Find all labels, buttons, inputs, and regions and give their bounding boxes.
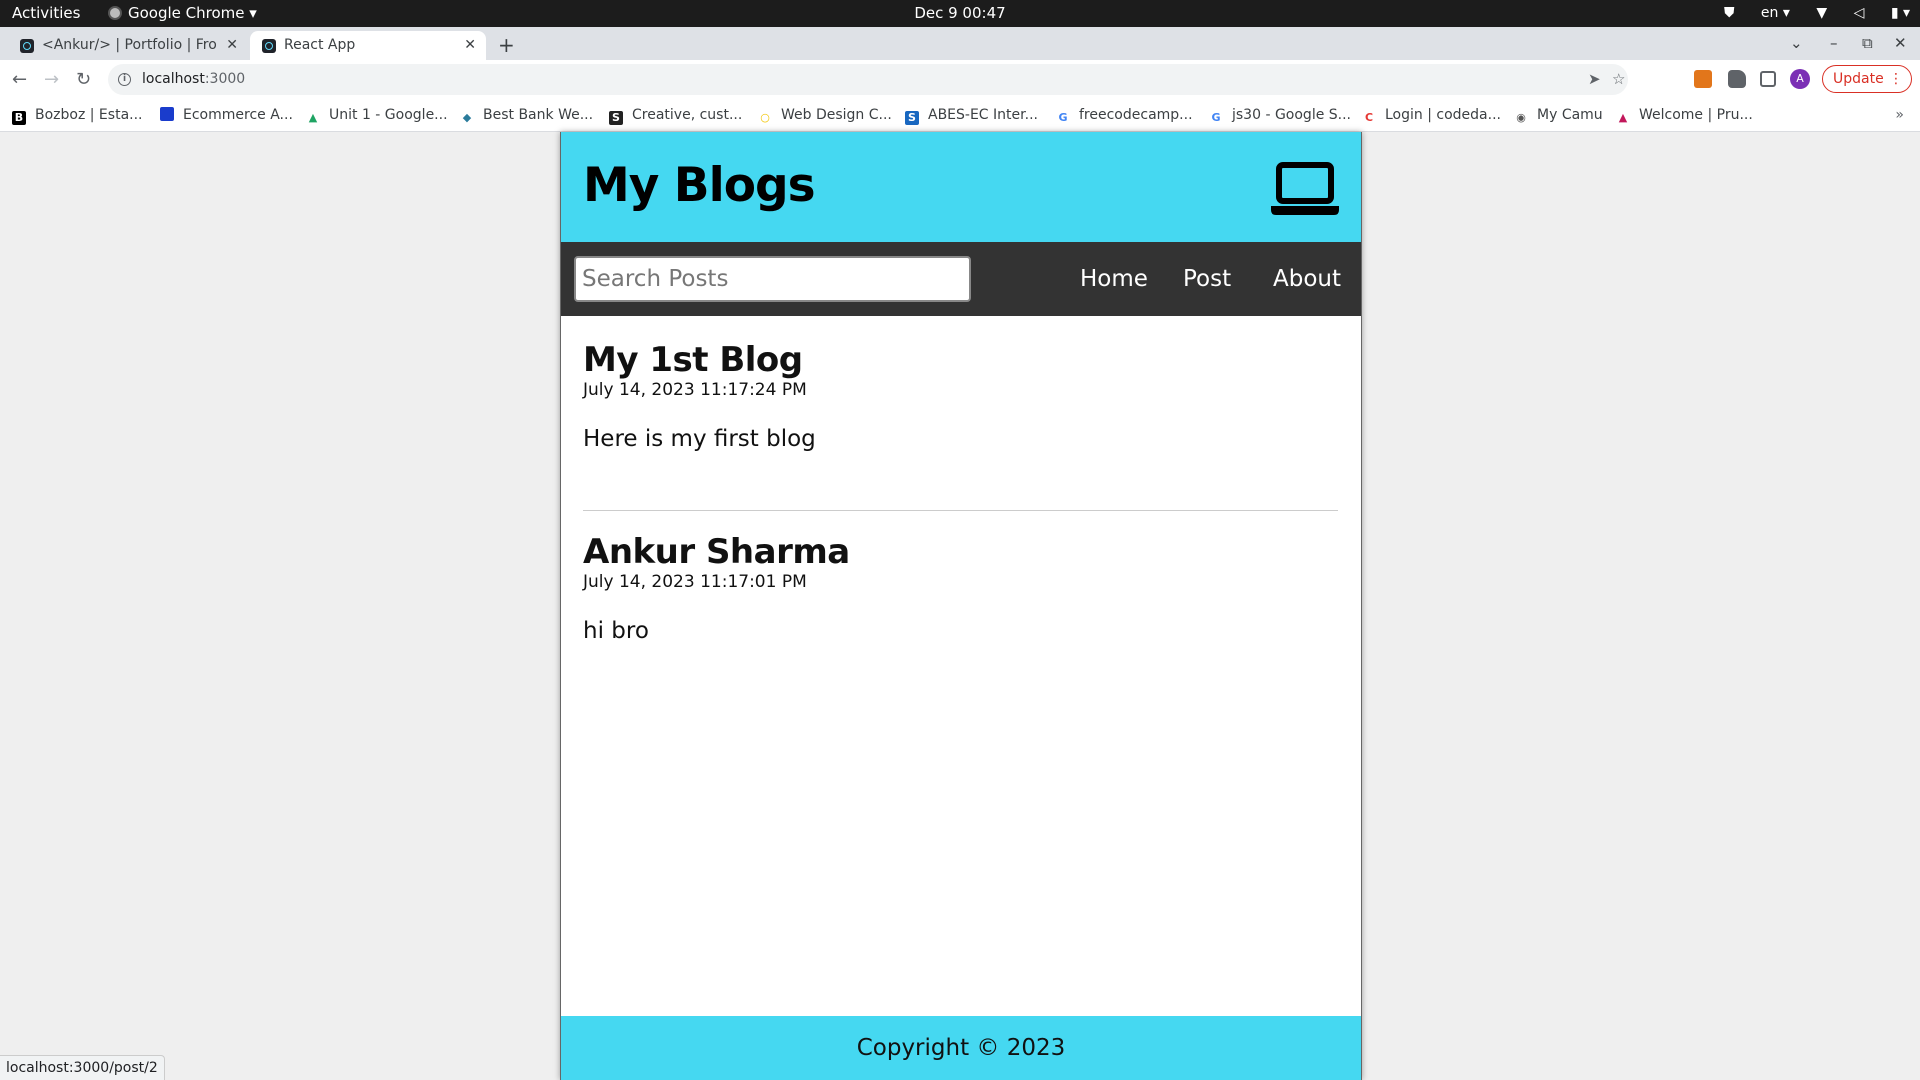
extensions-puzzle-icon[interactable] bbox=[1728, 70, 1746, 88]
bookmark-item[interactable]: ▲ Unit 1 - Google... bbox=[306, 99, 448, 131]
more-bookmarks-icon[interactable]: » bbox=[1895, 99, 1904, 131]
bookmarks-bar: B Bozboz | Esta... Ecommerce A... ▲ Unit 1 -… bbox=[0, 99, 1920, 132]
bookmark-star-icon[interactable]: ☆ bbox=[1612, 64, 1625, 95]
shield-icon[interactable]: ⛊ bbox=[1724, 5, 1735, 21]
bookmark-label: Best Bank We... bbox=[483, 107, 594, 123]
close-icon[interactable]: ✕ bbox=[464, 31, 476, 60]
bookmark-item[interactable]: ○ Web Design C... bbox=[758, 99, 892, 131]
nav-home-link[interactable]: Home bbox=[1080, 242, 1148, 316]
minimize-icon[interactable]: – bbox=[1830, 27, 1838, 60]
url-text[interactable]: localhost:3000 bbox=[142, 64, 245, 95]
language-indicator[interactable]: en​ ▾ bbox=[1761, 5, 1790, 21]
bookmark-label: Web Design C... bbox=[781, 107, 892, 123]
bookmark-favicon-icon: G bbox=[1058, 111, 1068, 124]
system-top-bar: Activities Google Chrome ▾ Dec 9 00:47 ⛊… bbox=[0, 0, 1920, 27]
back-arrow-icon[interactable]: ← bbox=[12, 60, 27, 99]
tab-search-icon[interactable]: ⌄ bbox=[1790, 27, 1803, 60]
bookmark-favicon-icon bbox=[160, 107, 174, 121]
restore-icon[interactable]: ⧉ bbox=[1862, 27, 1873, 60]
bookmark-favicon-icon: B bbox=[12, 111, 26, 125]
tab-strip: <Ankur/> | Portfolio | Fron ✕ React App … bbox=[0, 27, 1920, 60]
forward-arrow-icon[interactable]: → bbox=[44, 60, 59, 99]
post-title[interactable]: Ankur Sharma bbox=[583, 532, 850, 572]
bookmark-label: My Camu bbox=[1537, 107, 1603, 123]
bookmark-item[interactable]: ▲ Welcome | Pru... bbox=[1616, 99, 1753, 131]
window-close-icon[interactable]: ✕ bbox=[1894, 27, 1907, 60]
bookmark-label: ABES-EC Inter... bbox=[928, 107, 1038, 123]
tab-title: React App bbox=[284, 37, 356, 53]
nav-post-link[interactable]: Post bbox=[1183, 242, 1231, 316]
app-nav: Home Post About bbox=[561, 242, 1361, 316]
bookmark-label: Bozboz | Esta... bbox=[35, 107, 143, 123]
wifi-icon[interactable]: ▼ bbox=[1816, 5, 1827, 21]
app-header: My Blogs bbox=[561, 132, 1361, 242]
update-button[interactable]: Update ⋮ bbox=[1822, 65, 1912, 93]
post-body: Here is my first blog bbox=[583, 426, 816, 452]
nav-about-link[interactable]: About bbox=[1273, 242, 1341, 316]
system-tray[interactable]: ⛊ en​ ▾ ▼ ◁ ▮ ▾ bbox=[1702, 0, 1910, 27]
bookmark-label: Creative, cust... bbox=[632, 107, 743, 123]
tab-title: <Ankur/> | Portfolio | Fron bbox=[42, 37, 218, 53]
bookmark-item[interactable]: ◆ Best Bank We... bbox=[460, 99, 593, 131]
bookmark-favicon-icon: ▲ bbox=[1618, 111, 1628, 124]
bookmark-item[interactable]: Gfreecodecamp... bbox=[1056, 99, 1193, 131]
tab-react-app[interactable]: React App ✕ bbox=[250, 31, 486, 60]
post-datetime: July 14, 2023 11:17:24 PM bbox=[583, 380, 807, 400]
bookmark-item[interactable]: S Creative, cust... bbox=[609, 99, 742, 131]
bookmark-favicon-icon: ◉ bbox=[1516, 111, 1526, 124]
battery-icon[interactable]: ▮ ▾ bbox=[1891, 5, 1910, 21]
bookmark-favicon-icon: ▲ bbox=[308, 111, 318, 124]
post-datetime: July 14, 2023 11:17:01 PM bbox=[583, 572, 807, 592]
more-menu-icon[interactable]: ⋮ bbox=[1889, 66, 1903, 92]
address-bar[interactable]: i localhost:3000 ➤ ☆ bbox=[108, 64, 1628, 95]
bookmark-label: Unit 1 - Google... bbox=[329, 107, 448, 123]
profile-avatar[interactable]: A bbox=[1790, 69, 1810, 89]
bookmark-item[interactable]: B Bozboz | Esta... bbox=[12, 99, 143, 131]
bookmark-label: Welcome | Pru... bbox=[1639, 107, 1753, 123]
app-footer: Copyright © 2023 bbox=[561, 1016, 1361, 1080]
site-title: My Blogs bbox=[583, 158, 816, 213]
react-favicon-icon bbox=[262, 39, 276, 53]
link-status-bubble: localhost:3000/post/2 bbox=[0, 1055, 165, 1080]
bookmark-favicon-icon: C bbox=[1364, 111, 1374, 124]
new-tab-button[interactable]: + bbox=[498, 31, 515, 60]
search-posts-input[interactable] bbox=[574, 256, 971, 302]
react-favicon-icon bbox=[20, 39, 34, 53]
browser-toolbar: ← → ↻ i localhost:3000 ➤ ☆ A Update ⋮ bbox=[0, 60, 1920, 99]
post-divider bbox=[583, 510, 1338, 511]
bookmark-favicon-icon: S bbox=[905, 111, 919, 125]
metamask-extension-icon[interactable] bbox=[1694, 70, 1712, 88]
send-tab-icon[interactable]: ➤ bbox=[1588, 64, 1601, 95]
bookmark-item[interactable]: Gjs30 - Google S... bbox=[1209, 99, 1351, 131]
bookmark-item[interactable]: ◉ My Camu bbox=[1514, 99, 1603, 131]
bookmark-label: Ecommerce A... bbox=[183, 107, 293, 123]
bookmark-label: js30 - Google S... bbox=[1232, 107, 1352, 123]
bookmark-favicon-icon: ◆ bbox=[462, 111, 472, 124]
blog-app: My Blogs Home Post About My 1st Blog Jul… bbox=[560, 132, 1362, 1080]
laptop-icon bbox=[1271, 162, 1339, 215]
bookmark-label: Login | codeda... bbox=[1385, 107, 1501, 123]
bookmark-favicon-icon: S bbox=[609, 111, 623, 125]
system-clock[interactable]: Dec 9 00:47 bbox=[0, 0, 1920, 27]
bookmark-item[interactable]: S ABES-EC Inter... bbox=[905, 99, 1038, 131]
side-panel-icon[interactable] bbox=[1760, 71, 1776, 87]
bookmark-item[interactable]: C Login | codeda... bbox=[1362, 99, 1501, 131]
bookmark-label: freecodecamp... bbox=[1079, 107, 1193, 123]
bookmark-favicon-icon: ○ bbox=[760, 111, 770, 124]
tab-portfolio[interactable]: <Ankur/> | Portfolio | Fron ✕ bbox=[8, 31, 248, 60]
post-title[interactable]: My 1st Blog bbox=[583, 340, 803, 380]
volume-icon[interactable]: ◁ bbox=[1854, 5, 1865, 21]
close-icon[interactable]: ✕ bbox=[226, 31, 238, 60]
post-body: hi bro bbox=[583, 618, 649, 644]
bookmark-favicon-icon: G bbox=[1211, 111, 1221, 124]
bookmark-item[interactable]: Ecommerce A... bbox=[160, 99, 293, 131]
site-info-icon[interactable]: i bbox=[118, 73, 131, 86]
update-label: Update bbox=[1833, 71, 1884, 87]
reload-icon[interactable]: ↻ bbox=[76, 60, 91, 99]
